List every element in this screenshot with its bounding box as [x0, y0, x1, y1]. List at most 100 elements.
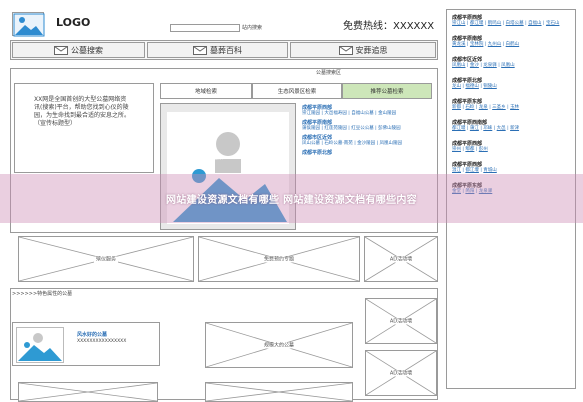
sidebar-link[interactable]: 蒲江	[470, 126, 479, 131]
sidebar-group-title: 成都平原西部	[452, 15, 483, 21]
placeholder-label: AD活动墙	[387, 318, 415, 325]
tab-recommended-search[interactable]: 推荐公墓检索	[342, 83, 432, 99]
region-name[interactable]: 成都市区近郊	[302, 134, 434, 141]
ad-wall-placeholder-2[interactable]: AD活动墙	[365, 298, 437, 344]
bottom-left-placeholder[interactable]	[18, 382, 158, 402]
sidebar-group-title: 成都平原东部	[452, 99, 483, 105]
region-name[interactable]: 成都平原西部	[302, 104, 434, 111]
featured-item-card[interactable]: 风水好的公墓 XXXXXXXXXXXXXXXX	[12, 322, 160, 366]
sidebar-group: 成都市区近郊 凤凰山 | 金沙 | 龙泉驿 | 凤凰山	[452, 56, 572, 69]
region-list: 成都平原西部 崇江陵园 | 大邑福寿园 | 自福山公墓 | 金山陵园 成都平原南…	[302, 104, 434, 156]
sidebar-group: 成都平原南部 黄龙溪 | 宝林院 | 九州山 | 白鹤山	[452, 35, 572, 48]
sidebar-link[interactable]: 自福山	[528, 21, 542, 26]
sidebar-group-title: 成都平原北部	[452, 78, 483, 84]
nav-encyclopedia-button[interactable]: 墓葬百科	[147, 42, 288, 58]
sidebar-link[interactable]: 青城山	[483, 168, 497, 173]
sidebar-group: 成都平原西部 温江 | 都江堰 | 青城山	[452, 161, 572, 174]
sidebar-link[interactable]: 铜陵山	[483, 84, 497, 89]
sidebar-group: 成都平原东部 新都 | 石岭 | 龙泉 | 三圣乡 | 玉林	[452, 98, 572, 111]
tab-region-search[interactable]: 地域检索	[160, 83, 252, 99]
placeholder-label: AD活动墙	[387, 256, 415, 263]
sidebar-link[interactable]: 崇州	[452, 147, 461, 152]
large-cemetery-placeholder[interactable]: 规模大的公墓	[205, 322, 353, 368]
logo-text: LOGO	[56, 16, 91, 29]
funeral-service-placeholder[interactable]: 殡仪服务	[18, 236, 194, 282]
search-panel-title: 公墓搜索区	[316, 70, 342, 76]
placeholder-label: 规模大的公墓	[261, 342, 296, 349]
sidebar-group-title: 成都平原西部	[452, 141, 483, 147]
sidebar-links: 都江堰 | 蒲江 | 邛崃 | 大邑 | 新津	[452, 126, 572, 132]
region-item: 成都市区近郊 凤山公墓 | 石岭公墓·南苑 | 金沙陵园 | 凤凰山陵园	[302, 134, 434, 147]
sidebar-link[interactable]: 大邑	[497, 126, 506, 131]
region-links[interactable]: 蒲侯陵园 | 红莲苑陵园 | 红豆公公墓 | 彭佛山陵园	[302, 126, 434, 132]
region-name[interactable]: 成都平原北部	[302, 149, 434, 156]
featured-item-name[interactable]: 风水好的公墓	[77, 331, 107, 338]
sidebar-link[interactable]: 新津	[510, 126, 519, 131]
nav-cemetery-search-button[interactable]: 公墓搜索	[12, 42, 145, 58]
featured-title: >>>>>>特色属性的公墓	[12, 291, 73, 297]
sidebar-links: 新都 | 石岭 | 龙泉 | 三圣乡 | 玉林	[452, 105, 572, 111]
sidebar-link[interactable]: 都江堰	[470, 21, 484, 26]
ad-wall-placeholder[interactable]: AD活动墙	[364, 236, 438, 282]
sidebar-link[interactable]: 新都	[452, 105, 461, 110]
free-booking-placeholder[interactable]: 免费预约专题	[198, 236, 360, 282]
site-search-input[interactable]	[170, 24, 240, 32]
cemetery-image-icon	[16, 327, 64, 363]
bottom-mid-placeholder[interactable]	[205, 382, 353, 402]
sidebar-link[interactable]: 崇江山	[452, 21, 466, 26]
site-search-label[interactable]: 站内搜索	[242, 25, 262, 32]
sidebar-link[interactable]: 温江	[452, 168, 461, 173]
nav-label: 安葬追思	[355, 45, 388, 55]
map-label: 地图检索	[203, 155, 224, 161]
logo-block[interactable]: LOGO	[12, 12, 122, 38]
sidebar-link[interactable]: 龙泉驿	[483, 63, 497, 68]
sidebar-link[interactable]: 都江堰	[465, 168, 479, 173]
mail-icon	[338, 45, 353, 55]
tab-label: 地域检索	[194, 89, 217, 95]
sidebar-link[interactable]: 玉林	[510, 105, 519, 110]
sidebar-group-title: 成都平原南部	[452, 36, 483, 42]
tab-label: 推荐公墓检索	[370, 89, 404, 95]
sidebar-group: 成都平原西部 崇州 | 郫都 | 彭州	[452, 140, 572, 153]
placeholder-label: 免费预约专题	[261, 256, 296, 263]
sidebar-link[interactable]: 九州山	[488, 42, 502, 47]
title-overlay-banner: 网站建设资源文档有哪些 网站建设资源文档有哪些内容	[0, 174, 583, 223]
sidebar-link[interactable]: 三圣乡	[492, 105, 506, 110]
sidebar-links: 黄龙溪 | 宝林院 | 九州山 | 白鹤山	[452, 42, 572, 48]
sidebar-link[interactable]: 白塔公墓	[506, 21, 524, 26]
region-name[interactable]: 成都平原南部	[302, 119, 434, 126]
sidebar-links: 龙山 | 福德山 | 铜陵山	[452, 84, 572, 90]
nav-memorial-button[interactable]: 安葬追思	[290, 42, 436, 58]
sidebar-link[interactable]: 鹤鸣山	[488, 21, 502, 26]
sidebar-link[interactable]: 邛崃	[483, 126, 492, 131]
logo-image-icon	[12, 12, 45, 37]
mail-icon	[54, 45, 68, 55]
hotline-text: 免费热线：XXXXXX	[343, 21, 435, 32]
sidebar-link[interactable]: 白鹤山	[506, 42, 520, 47]
sidebar-links: 凤凰山 | 金沙 | 龙泉驿 | 凤凰山	[452, 63, 572, 69]
featured-item-sub: XXXXXXXXXXXXXXXX	[77, 339, 127, 344]
region-item: 成都平原南部 蒲侯陵园 | 红莲苑陵园 | 红豆公公墓 | 彭佛山陵园	[302, 119, 434, 132]
sidebar-link[interactable]: 彭州	[479, 147, 488, 152]
tab-eco-scenic-search[interactable]: 生态风景区检索	[252, 83, 342, 99]
sidebar-group: 成都平原北部 龙山 | 福德山 | 铜陵山	[452, 77, 572, 90]
sidebar-group-title: 成都平原西部	[452, 162, 483, 168]
region-links[interactable]: 凤山公墓 | 石岭公墓·南苑 | 金沙陵园 | 凤凰山陵园	[302, 141, 434, 147]
sidebar-link[interactable]: 龙泉	[479, 105, 488, 110]
sidebar-links: 崇州 | 郫都 | 彭州	[452, 147, 572, 153]
sidebar-link[interactable]: 龙山	[452, 84, 461, 89]
sidebar-group-title: 成都平原西南部	[452, 120, 488, 126]
region-links[interactable]: 崇江陵园 | 大邑福寿园 | 自福山公墓 | 金山陵园	[302, 111, 434, 117]
sidebar-link[interactable]: 都江堰	[452, 126, 466, 131]
sidebar-link[interactable]: 金沙	[470, 63, 479, 68]
sidebar-link[interactable]: 凤凰山	[501, 63, 515, 68]
sidebar-link[interactable]: 黄龙溪	[452, 42, 466, 47]
sidebar-links: 崇江山 | 都江堰 | 鹤鸣山 | 白塔公墓 | 自福山 | 宝石山	[452, 21, 572, 27]
sidebar-link[interactable]: 宝林院	[470, 42, 484, 47]
mail-icon	[193, 45, 207, 55]
nav-label: 公墓搜索	[71, 45, 103, 55]
ad-wall-placeholder-3[interactable]: AD活动墙	[365, 350, 437, 396]
sidebar-link[interactable]: 宝石山	[546, 21, 560, 26]
sidebar-link[interactable]: 凤凰山	[452, 63, 466, 68]
sidebar-link[interactable]: 福德山	[465, 84, 479, 89]
